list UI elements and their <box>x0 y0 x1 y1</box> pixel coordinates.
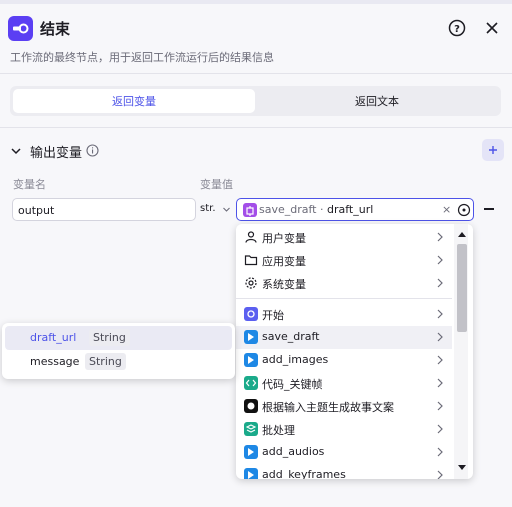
chevron-right-icon <box>437 278 443 288</box>
dropdown-node-add-keyframes[interactable]: add_keyframes <box>236 464 452 479</box>
dropdown-item-label: 应用变量 <box>262 255 306 268</box>
dropdown-item-label: add_keyframes <box>262 468 346 479</box>
variable-value-selector[interactable]: save_draft · draft_url × <box>236 198 474 221</box>
chevron-right-icon <box>437 470 443 479</box>
exit-icon <box>8 16 33 41</box>
add-variable-button[interactable] <box>482 139 504 161</box>
panel-header: 结束 ? <box>8 14 504 44</box>
field-item-message[interactable]: message String <box>5 350 232 374</box>
plugin-icon <box>244 330 258 344</box>
chevron-right-icon <box>437 378 443 388</box>
dropdown-item-label: 代码_关键帧 <box>262 378 323 391</box>
chevron-right-icon <box>437 255 443 265</box>
value-reference: save_draft · draft_url <box>259 203 373 216</box>
dropdown-group-user[interactable]: 用户变量 <box>236 226 452 249</box>
field-name: message <box>30 355 80 368</box>
remove-row-button[interactable] <box>484 208 494 210</box>
divider <box>0 73 512 74</box>
ref-node: save_draft <box>259 203 317 216</box>
tab-bar: 返回变量 返回文本 <box>10 86 501 116</box>
column-label-value: 变量值 <box>200 178 233 191</box>
dropdown-node-start[interactable]: 开始 <box>236 303 452 326</box>
dropdown-node-add-images[interactable]: add_images <box>236 349 452 372</box>
variable-dropdown: 用户变量 应用变量 系统变量 开始 save_draft add_images <box>236 224 473 479</box>
plugin-icon <box>243 203 257 217</box>
top-band <box>0 0 512 4</box>
chevron-right-icon <box>437 232 443 242</box>
node-description: 工作流的最终节点，用于返回工作流运行后的结果信息 <box>10 51 274 64</box>
type-select-value: str. <box>200 203 216 214</box>
field-type-badge: String <box>85 353 126 370</box>
dropdown-group-system[interactable]: 系统变量 <box>236 272 452 295</box>
dropdown-item-label: add_images <box>262 353 329 366</box>
dropdown-item-label: 用户变量 <box>262 232 306 245</box>
clear-button[interactable]: × <box>442 203 451 216</box>
scroll-down-icon[interactable] <box>457 464 467 472</box>
llm-icon <box>244 399 258 413</box>
info-icon[interactable] <box>86 144 99 157</box>
dropdown-node-add-audios[interactable]: add_audios <box>236 441 452 464</box>
dropdown-node-batch[interactable]: 批处理 <box>236 418 452 441</box>
target-icon[interactable] <box>457 203 471 217</box>
chevron-right-icon <box>437 309 443 319</box>
scrollbar-thumb[interactable] <box>457 244 467 332</box>
user-icon <box>245 231 257 243</box>
chevron-right-icon <box>437 447 443 457</box>
chevron-right-icon <box>437 401 443 411</box>
dropdown-item-label: 批处理 <box>262 424 295 437</box>
dropdown-item-label: add_audios <box>262 445 325 458</box>
svg-text:?: ? <box>454 24 460 35</box>
dropdown-node-save-draft[interactable]: save_draft <box>236 326 452 349</box>
dropdown-node-llm[interactable]: 根据输入主题生成故事文案 <box>236 395 452 418</box>
dropdown-divider <box>236 298 452 299</box>
plugin-icon <box>244 445 258 459</box>
dropdown-item-label: save_draft <box>262 330 320 343</box>
ref-separator: · <box>320 203 324 216</box>
tab-return-variables[interactable]: 返回变量 <box>13 89 255 113</box>
type-select[interactable]: str. <box>200 198 234 221</box>
chevron-right-icon <box>437 424 443 434</box>
close-icon[interactable] <box>484 20 500 36</box>
divider <box>0 127 512 128</box>
folder-icon <box>244 255 258 266</box>
plugin-icon <box>244 468 258 479</box>
column-label-name: 变量名 <box>13 178 46 191</box>
section-title: 输出变量 <box>30 146 83 161</box>
variable-name-input[interactable]: output <box>12 198 196 221</box>
end-node-panel: 结束 ? 工作流的最终节点，用于返回工作流运行后的结果信息 返回变量 返回文本 … <box>0 0 512 507</box>
ref-field: draft_url <box>327 203 374 216</box>
field-type-badge: String <box>89 329 130 346</box>
chevron-down-icon[interactable] <box>10 145 22 157</box>
start-icon <box>244 307 258 321</box>
scroll-up-icon[interactable] <box>457 230 467 238</box>
plugin-icon <box>244 353 258 367</box>
dropdown-item-label: 系统变量 <box>262 278 306 291</box>
page-title: 结束 <box>40 20 71 38</box>
dropdown-group-app[interactable]: 应用变量 <box>236 249 452 272</box>
code-icon <box>244 376 258 390</box>
plus-icon <box>489 146 497 154</box>
batch-icon <box>244 422 258 436</box>
dropdown-item-label: 开始 <box>262 309 284 322</box>
chevron-right-icon <box>437 355 443 365</box>
help-icon[interactable]: ? <box>448 19 466 37</box>
gear-icon <box>245 277 257 289</box>
output-variables-section: 输出变量 <box>8 139 504 162</box>
field-item-draft-url[interactable]: draft_url String <box>5 326 232 350</box>
dropdown-item-label: 根据输入主题生成故事文案 <box>262 401 394 414</box>
chevron-down-icon <box>223 207 230 212</box>
chevron-right-icon <box>437 332 443 342</box>
field-submenu: draft_url String message String <box>2 323 235 379</box>
dropdown-node-code[interactable]: 代码_关键帧 <box>236 372 452 395</box>
field-name: draft_url <box>30 331 77 344</box>
tab-return-text[interactable]: 返回文本 <box>256 89 498 113</box>
